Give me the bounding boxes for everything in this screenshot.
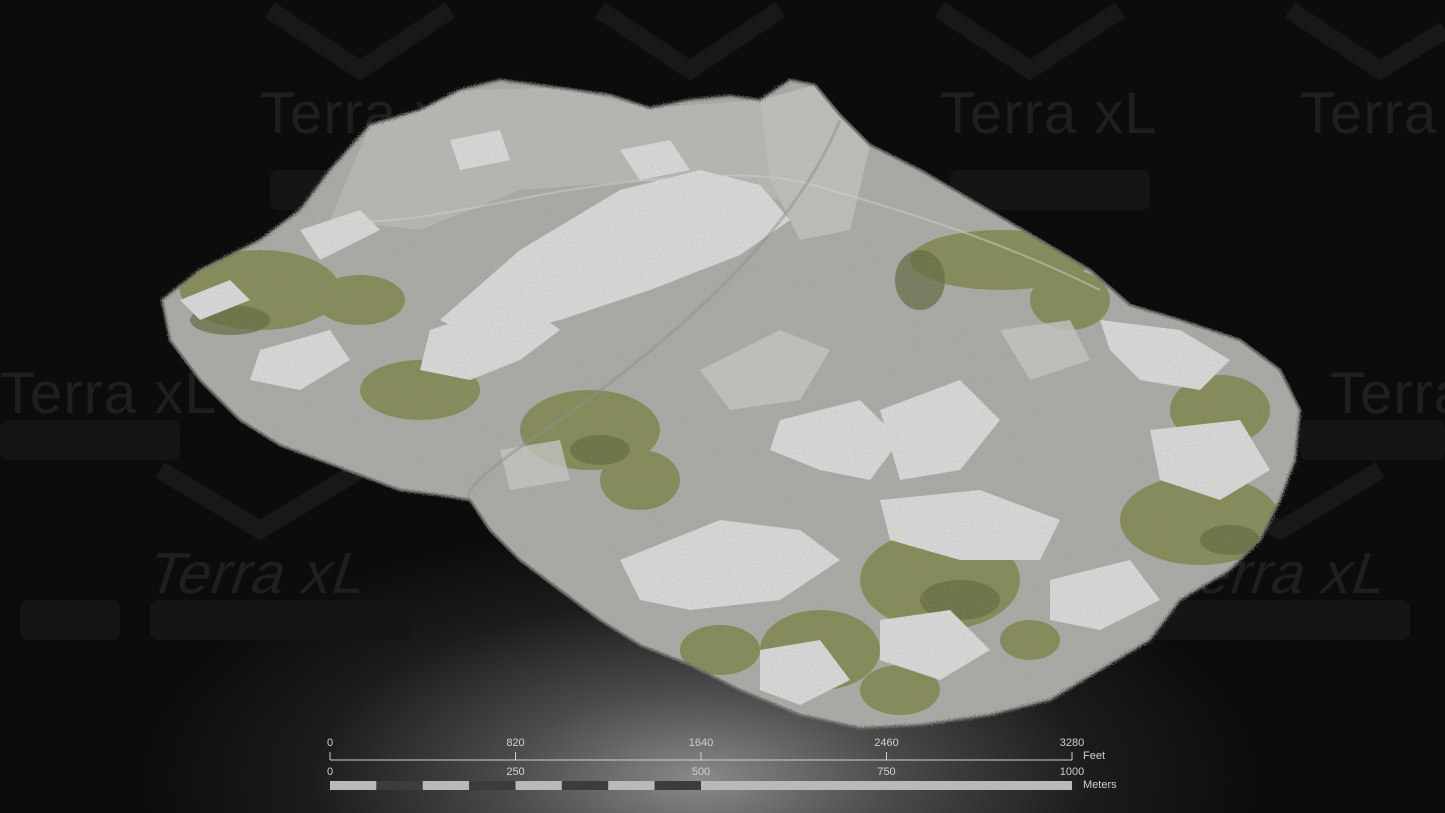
meter-unit-label: Meters: [1083, 779, 1117, 791]
meter-tick-label: 500: [691, 766, 711, 778]
feet-tick-label: 0: [326, 737, 334, 749]
meter-tick-label: 0: [326, 766, 334, 778]
feet-tick-label: 820: [506, 737, 525, 749]
meter-bar-segment: [422, 781, 470, 790]
meter-bar-segment: [376, 781, 423, 790]
meter-bar-segment: [654, 781, 701, 790]
meter-scale-bar: [330, 781, 1072, 790]
feet-tick-label: 3280: [1059, 737, 1085, 749]
meter-tick-label: 1000: [1059, 766, 1085, 778]
meter-bar-segment: [469, 781, 516, 790]
map-viewport: Terra xL Terra xL Terra xL Terra xL Terr…: [0, 0, 1445, 813]
meter-bar-segment: [561, 781, 609, 790]
meter-tick-label: 250: [506, 766, 525, 778]
scale-bar: [329, 752, 1073, 790]
feet-scale-axis: [329, 752, 1073, 761]
feet-tick-label: 2460: [874, 737, 899, 749]
meter-tick-label: 750: [877, 766, 896, 778]
feet-tick-label: 1640: [688, 737, 714, 749]
meter-bar-segment: [330, 781, 377, 790]
feet-unit-label: Feet: [1083, 750, 1106, 762]
meter-bar-segment: [701, 781, 1072, 790]
meter-bar-segment: [608, 781, 655, 790]
meter-bar-segment: [515, 781, 562, 790]
